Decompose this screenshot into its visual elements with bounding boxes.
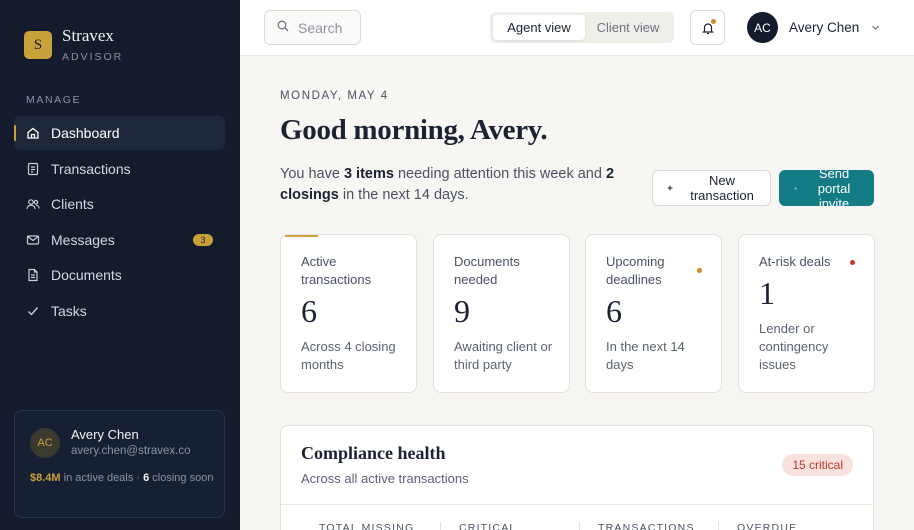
- agent-view-button[interactable]: Agent view: [493, 15, 585, 40]
- stat-card-documents-needed[interactable]: Documents needed 9 Awaiting client or th…: [433, 234, 570, 393]
- users-icon: [26, 197, 40, 211]
- stat-value: 6: [301, 293, 317, 329]
- sidebar-item-dashboard[interactable]: Dashboard: [14, 116, 225, 150]
- divider: [281, 504, 873, 505]
- stat-description: Lender or contingency issues: [759, 321, 829, 372]
- user-name: Avery Chen: [71, 427, 139, 442]
- closing-text: closing soon: [149, 472, 214, 484]
- chevron-down-icon: [871, 19, 880, 37]
- stat-value: 6: [606, 293, 622, 329]
- card-accent: [285, 235, 318, 237]
- messages-count-badge: 3: [193, 233, 213, 246]
- sidebar-nav: Dashboard Transactions Clients Messages …: [14, 116, 225, 329]
- active-deals-text: in active deals ·: [60, 472, 144, 484]
- stat-label: At-risk deals: [759, 254, 831, 269]
- current-date: MONDAY, MAY 4: [280, 90, 389, 102]
- compliance-title: Compliance health: [301, 443, 446, 463]
- stat-value: 1: [759, 275, 775, 311]
- check-icon: [26, 304, 40, 318]
- summary-text: You have: [280, 166, 344, 182]
- topbar: Agent view Client view AC Avery Chen: [240, 0, 914, 56]
- attention-summary: You have 3 items needing attention this …: [280, 164, 640, 206]
- sidebar-item-label: Transactions: [51, 160, 131, 177]
- sidebar-user-card[interactable]: AC Avery Chen avery.chen@stravex.co $8.4…: [14, 410, 225, 518]
- stat-value: 9: [454, 293, 470, 329]
- stat-description: In the next 14 days: [606, 339, 685, 372]
- user-email: avery.chen@stravex.co: [71, 445, 191, 457]
- stat-card-at-risk-deals[interactable]: At-risk deals 1 Lender or contingency is…: [738, 234, 875, 393]
- sidebar-item-label: Dashboard: [51, 125, 120, 141]
- profile-name: Avery Chen: [789, 20, 860, 35]
- brand-name: Stravex: [62, 26, 114, 45]
- stat-label: Active transactions: [301, 254, 372, 287]
- document-icon: [26, 268, 40, 282]
- brand-subtitle: ADVISOR: [62, 51, 124, 63]
- metric-total-missing: TOTAL MISSING: [319, 522, 415, 530]
- notification-dot: [711, 19, 716, 24]
- nav-section-label: MANAGE: [26, 94, 82, 106]
- send-icon: [794, 186, 797, 190]
- compliance-metrics: TOTAL MISSING CRITICAL TRANSACTIONS OVER…: [301, 522, 857, 530]
- metric-critical: CRITICAL: [440, 522, 579, 530]
- warning-dot: [697, 268, 702, 273]
- critical-count-badge[interactable]: 15 critical: [782, 454, 853, 476]
- avatar: AC: [747, 12, 778, 43]
- stat-label: Upcoming deadlines: [606, 254, 665, 287]
- stat-card-active-transactions[interactable]: Active transactions 6 Across 4 closing m…: [280, 234, 417, 393]
- sidebar-item-tasks[interactable]: Tasks: [14, 294, 225, 328]
- view-toggle: Agent view Client view: [490, 12, 674, 43]
- profile-menu[interactable]: AC Avery Chen: [747, 12, 880, 43]
- page-title: Good morning, Avery.: [280, 114, 548, 146]
- stat-description: Awaiting client or third party: [454, 339, 553, 372]
- new-transaction-label: New transaction: [690, 173, 754, 203]
- new-transaction-button[interactable]: New transaction: [652, 170, 771, 206]
- sidebar-item-clients[interactable]: Clients: [14, 187, 225, 221]
- stat-label: Documents needed: [454, 254, 520, 287]
- sidebar: S Stravex ADVISOR MANAGE Dashboard Trans…: [0, 0, 240, 530]
- metric-transactions: TRANSACTIONS: [579, 522, 718, 530]
- transactions-icon: [26, 162, 40, 176]
- sidebar-item-label: Tasks: [51, 302, 87, 319]
- search-icon: [277, 19, 289, 37]
- critical-dot: [850, 260, 855, 265]
- sidebar-item-messages[interactable]: Messages 3: [14, 223, 225, 257]
- client-view-button[interactable]: Client view: [585, 15, 671, 40]
- avatar: AC: [30, 428, 60, 458]
- sidebar-item-label: Clients: [51, 196, 94, 212]
- stat-card-upcoming-deadlines[interactable]: Upcoming deadlines 6 In the next 14 days: [585, 234, 722, 393]
- compliance-subtitle: Across all active transactions: [301, 471, 469, 486]
- plus-icon: [667, 185, 673, 191]
- send-invite-label: Send portal invite: [817, 170, 851, 206]
- sidebar-item-documents[interactable]: Documents: [14, 258, 225, 292]
- metric-overdue: OVERDUE: [718, 522, 857, 530]
- brand[interactable]: S Stravex ADVISOR: [24, 27, 123, 63]
- summary-text: in the next 14 days.: [338, 187, 469, 203]
- user-deal-stats: $8.4M in active deals · 6 closing soon: [30, 470, 220, 487]
- search-box[interactable]: [264, 10, 361, 45]
- compliance-health-panel: Compliance health Across all active tran…: [280, 425, 874, 530]
- summary-text: needing attention this week and: [393, 166, 606, 182]
- send-portal-invite-button[interactable]: Send portal invite: [779, 170, 874, 206]
- sidebar-item-label: Documents: [51, 267, 122, 283]
- stat-description: Across 4 closing months: [301, 339, 396, 372]
- sidebar-item-transactions[interactable]: Transactions: [14, 152, 225, 186]
- brand-logo: S: [24, 31, 52, 59]
- items-count: 3 items: [343, 166, 394, 182]
- search-input[interactable]: [298, 19, 348, 36]
- notifications-button[interactable]: [690, 10, 725, 45]
- home-icon: [26, 126, 40, 140]
- mail-icon: [26, 233, 40, 247]
- sidebar-item-label: Messages: [51, 231, 115, 248]
- active-deal-amount: $8.4M: [30, 472, 61, 484]
